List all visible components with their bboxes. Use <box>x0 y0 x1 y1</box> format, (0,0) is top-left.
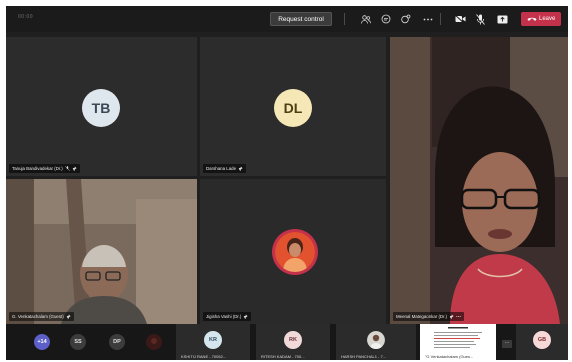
participant-name-tag: Tanuja Bandivadekar (Dr.) <box>9 164 80 173</box>
more-participants-button[interactable]: ... <box>502 340 512 348</box>
participant-name-tag: Darshana Lade <box>203 164 247 173</box>
video-tile[interactable]: Meenal Mategaonkar (Dr.) <box>390 37 568 324</box>
participant-chip[interactable]: DP <box>109 334 125 350</box>
share-icon[interactable] <box>496 13 508 25</box>
profile-photo <box>275 232 315 272</box>
participant-name: Tanuja Bandivadekar (Dr.) <box>12 166 63 171</box>
toolbar-divider <box>344 13 345 25</box>
participant-name: Meenal Mategaonkar (Dr.) <box>396 314 448 319</box>
meeting-toolbar: 00:00 Request control Leave <box>6 6 568 32</box>
pin-icon <box>449 314 454 319</box>
participant-video <box>390 37 568 324</box>
participant-name: KSHITIJ RANE - 70052... <box>181 354 227 359</box>
avatar: DL <box>274 89 312 127</box>
leave-phone-icon <box>527 17 537 21</box>
participant-thumbnail[interactable]: KR KSHITIJ RANE - 70052... <box>176 324 250 360</box>
pin-icon <box>238 166 243 171</box>
mic-off-icon[interactable] <box>474 13 486 25</box>
participant-name: "G Venkatachalam (Gues... <box>425 354 474 359</box>
participant-thumbnail[interactable]: GB <box>516 324 568 360</box>
participant-thumbnail[interactable]: HARSH PANCHAL1 - 7... <box>336 324 416 360</box>
participant-chip[interactable]: SS <box>70 334 86 350</box>
avatar: TB <box>82 89 120 127</box>
chat-icon[interactable] <box>380 13 392 25</box>
more-icon <box>456 316 461 317</box>
toolbar-divider <box>440 13 441 25</box>
pin-icon <box>66 314 71 319</box>
avatar: RK <box>284 331 302 349</box>
document-preview <box>420 324 496 352</box>
camera-off-icon[interactable] <box>454 13 466 25</box>
participant-name: RITESH KADAM - 700... <box>261 354 305 359</box>
mic-off-icon <box>64 166 70 171</box>
leave-label: Leave <box>539 16 556 22</box>
shared-content-thumbnail[interactable]: "G Venkatachalam (Gues... <box>420 324 496 360</box>
participant-strip: +14 SS DP KR KSHITIJ RANE - 70052... RK … <box>6 324 568 360</box>
profile-photo <box>146 334 162 350</box>
pin-icon <box>72 166 77 171</box>
video-tile[interactable]: DL Darshana Lade <box>200 37 386 176</box>
avatar: GB <box>533 331 551 349</box>
participant-name: G. Venkatachalam (Guest) <box>12 314 64 319</box>
participant-photo-chip[interactable] <box>146 334 162 350</box>
participant-name-tag: G. Venkatachalam (Guest) <box>9 312 74 321</box>
overflow-count-button[interactable]: +14 <box>34 334 50 350</box>
profile-photo <box>367 331 385 349</box>
participant-name-tag: Jigisha Vashi (Dr.) <box>203 312 252 321</box>
reactions-icon[interactable] <box>400 13 412 25</box>
participant-name-tag: Meenal Mategaonkar (Dr.) <box>393 312 465 321</box>
teams-meeting-window: 00:00 Request control Leave TB Tanuja Ba… <box>6 6 568 360</box>
participant-name: Jigisha Vashi (Dr.) <box>206 314 242 319</box>
meeting-timer: 00:00 <box>18 14 34 20</box>
participant-thumbnail[interactable]: RK RITESH KADAM - 700... <box>256 324 330 360</box>
participant-name: Darshana Lade <box>206 166 237 171</box>
request-control-button[interactable]: Request control <box>270 12 332 26</box>
leave-button[interactable]: Leave <box>521 12 561 26</box>
avatar: KR <box>204 331 222 349</box>
participant-video <box>6 179 197 324</box>
pin-icon <box>244 314 248 319</box>
video-tile[interactable]: G. Venkatachalam (Guest) <box>6 179 197 324</box>
more-icon[interactable] <box>422 13 434 25</box>
video-tile[interactable]: TB Tanuja Bandivadekar (Dr.) <box>6 37 197 176</box>
video-tile[interactable]: Jigisha Vashi (Dr.) <box>200 179 386 324</box>
participant-name: HARSH PANCHAL1 - 7... <box>341 354 387 359</box>
participants-icon[interactable] <box>360 13 372 25</box>
